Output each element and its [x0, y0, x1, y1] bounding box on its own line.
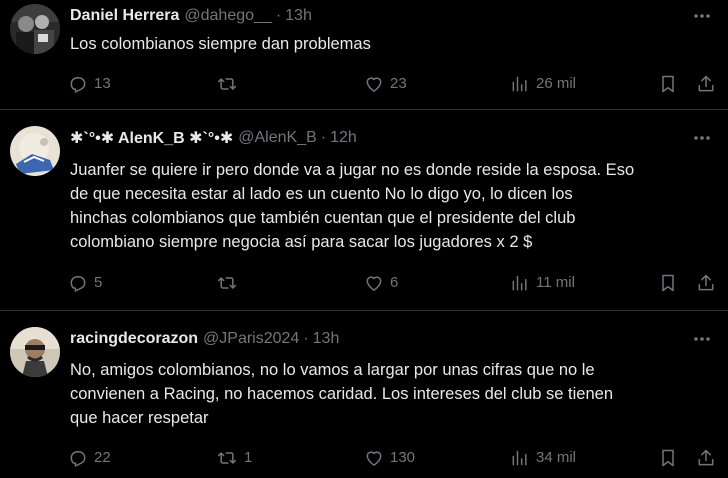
reply-button[interactable]: 22: [68, 446, 111, 470]
separator: ·: [275, 7, 282, 24]
author-handle[interactable]: @AlenK_B: [238, 129, 317, 147]
tweet-header: ✱`°•✱ AlenK_B ✱`°•✱ @AlenK_B · 12h: [70, 128, 357, 148]
tweet-header: Daniel Herrera @dahego__ · 13h: [70, 6, 312, 26]
heart-icon: [366, 451, 382, 466]
like-button[interactable]: 6: [364, 271, 398, 295]
reply-count: 5: [94, 274, 103, 291]
views-count: 34 mil: [536, 449, 577, 466]
tweet-text: Los colombianos siempre dan problemas: [70, 35, 371, 53]
bookmark-button[interactable]: [658, 72, 678, 96]
tweet[interactable]: ✱`°•✱ AlenK_B ✱`°•✱ @AlenK_B · 12h Juanf…: [0, 110, 728, 311]
retweet-icon: [217, 78, 237, 90]
like-button[interactable]: 130: [364, 446, 415, 470]
share-button[interactable]: [696, 446, 716, 470]
share-icon: [698, 449, 714, 466]
reply-button[interactable]: 5: [68, 271, 102, 295]
retweet-button[interactable]: 1: [216, 446, 252, 470]
share-icon: [698, 75, 714, 92]
separator: ·: [303, 330, 309, 347]
views-button[interactable]: 11 mil: [510, 271, 575, 295]
views-icon: [512, 275, 527, 291]
heart-icon: [366, 276, 382, 291]
avatar[interactable]: [10, 126, 60, 176]
share-icon: [698, 274, 714, 291]
more-icon[interactable]: [690, 329, 714, 349]
retweet-icon: [217, 452, 237, 464]
like-count: 130: [390, 449, 416, 466]
author-name[interactable]: Daniel Herrera: [70, 7, 179, 25]
tweet-header: racingdecorazon @JParis2024 · 13h: [70, 329, 339, 349]
timestamp[interactable]: 12h: [330, 129, 357, 147]
timestamp[interactable]: 13h: [285, 7, 312, 25]
tweet-text: No, amigos colombianos, no lo vamos a la…: [70, 361, 614, 427]
heart-icon: [366, 77, 382, 92]
avatar[interactable]: [10, 327, 60, 377]
views-count: 11 mil: [536, 274, 575, 291]
views-button[interactable]: 34 mil: [510, 446, 576, 470]
author-handle[interactable]: @JParis2024: [203, 330, 299, 348]
share-button[interactable]: [696, 271, 716, 295]
tweet[interactable]: Daniel Herrera @dahego__ · 13h Los colom…: [0, 0, 728, 110]
retweet-button[interactable]: [216, 72, 244, 96]
reply-button[interactable]: 13: [68, 72, 111, 96]
more-icon[interactable]: [690, 6, 714, 26]
avatar[interactable]: [10, 4, 60, 54]
views-icon: [512, 76, 527, 92]
action-bar: 13 23 26 mil: [68, 72, 718, 96]
views-button[interactable]: 26 mil: [510, 72, 576, 96]
bookmark-button[interactable]: [658, 271, 678, 295]
reply-icon: [70, 276, 86, 292]
timestamp[interactable]: 13h: [313, 330, 340, 348]
tweet[interactable]: racingdecorazon @JParis2024 · 13h No, am…: [0, 311, 728, 478]
views-icon: [512, 450, 527, 466]
author-name[interactable]: racingdecorazon: [70, 330, 198, 348]
reply-icon: [70, 451, 86, 467]
reply-icon: [70, 77, 86, 93]
bookmark-icon: [662, 449, 674, 467]
retweet-icon: [217, 277, 237, 289]
retweet-button[interactable]: [216, 271, 244, 295]
reply-count: 22: [94, 449, 111, 466]
more-icon[interactable]: [690, 128, 714, 148]
share-button[interactable]: [696, 72, 716, 96]
action-bar: 22 1 130 34 mil: [68, 446, 718, 470]
author-handle[interactable]: @dahego__: [184, 7, 271, 25]
bookmark-icon: [662, 274, 674, 292]
author-name[interactable]: ✱`°•✱ AlenK_B ✱`°•✱: [70, 128, 233, 148]
like-button[interactable]: 23: [364, 72, 407, 96]
bookmark-button[interactable]: [658, 446, 678, 470]
like-count: 23: [390, 75, 407, 92]
retweet-count: 1: [244, 449, 253, 466]
bookmark-icon: [662, 75, 674, 93]
action-bar: 5 6 11 mil: [68, 271, 718, 295]
separator: ·: [320, 129, 327, 146]
tweet-text: Juanfer se quiere ir pero donde va a jug…: [70, 161, 635, 251]
like-count: 6: [390, 274, 399, 291]
reply-count: 13: [94, 75, 111, 92]
views-count: 26 mil: [536, 75, 577, 92]
